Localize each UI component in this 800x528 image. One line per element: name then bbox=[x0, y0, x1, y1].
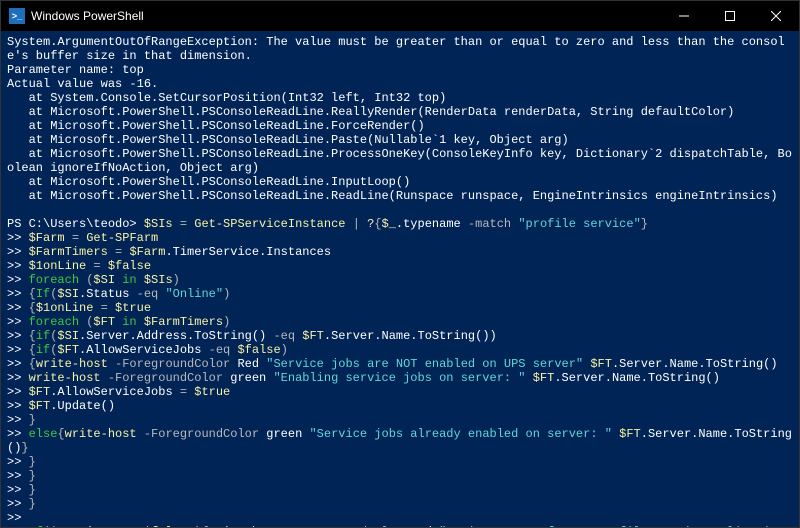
input-line: >> write-host -ForegroundColor green "En… bbox=[7, 371, 793, 385]
error-line: at System.Console.SetCursorPosition(Int3… bbox=[7, 91, 793, 105]
input-line: >> } bbox=[7, 483, 793, 497]
input-line: >> bbox=[7, 511, 793, 525]
window-title: Windows PowerShell bbox=[31, 9, 144, 23]
powershell-window: >_ Windows PowerShell System.ArgumentOut… bbox=[0, 0, 800, 528]
input-line: >> $1onLine = $false bbox=[7, 259, 793, 273]
input-line: >> If($1onLine -eq $false ){write-host -… bbox=[7, 525, 793, 527]
error-line: Parameter name: top bbox=[7, 63, 793, 77]
error-line: System.ArgumentOutOfRangeException: The … bbox=[7, 35, 793, 63]
input-line: >> {$1onLine = $true bbox=[7, 301, 793, 315]
input-line: >> foreach ($FT in $FarmTimers) bbox=[7, 315, 793, 329]
error-line: Actual value was -16. bbox=[7, 77, 793, 91]
terminal-output[interactable]: System.ArgumentOutOfRangeException: The … bbox=[1, 31, 799, 527]
input-line: >> else{write-host -ForegroundColor gree… bbox=[7, 427, 793, 455]
input-line: >> } bbox=[7, 497, 793, 511]
input-line: >> foreach ($SI in $SIs) bbox=[7, 273, 793, 287]
input-line: >> } bbox=[7, 455, 793, 469]
error-line: at Microsoft.PowerShell.PSConsoleReadLin… bbox=[7, 189, 793, 203]
input-line: >> {if($FT.AllowServiceJobs -eq $false) bbox=[7, 343, 793, 357]
input-line: >> } bbox=[7, 469, 793, 483]
error-line: at Microsoft.PowerShell.PSConsoleReadLin… bbox=[7, 133, 793, 147]
titlebar[interactable]: >_ Windows PowerShell bbox=[1, 1, 799, 31]
input-line: >> {if($SI.Server.Address.ToString() -eq… bbox=[7, 329, 793, 343]
error-line: at Microsoft.PowerShell.PSConsoleReadLin… bbox=[7, 175, 793, 189]
blank-line bbox=[7, 203, 793, 217]
input-line: >> $FT.AllowServiceJobs = $true bbox=[7, 385, 793, 399]
close-button[interactable] bbox=[753, 1, 799, 31]
minimize-button[interactable] bbox=[661, 1, 707, 31]
input-line: >> {If($SI.Status -eq "Online") bbox=[7, 287, 793, 301]
error-line: at Microsoft.PowerShell.PSConsoleReadLin… bbox=[7, 119, 793, 133]
input-line: PS C:\Users\teodo> $SIs = Get-SPServiceI… bbox=[7, 217, 793, 231]
input-line: >> } bbox=[7, 413, 793, 427]
error-line: at Microsoft.PowerShell.PSConsoleReadLin… bbox=[7, 105, 793, 119]
input-line: >> $FarmTimers = $Farm.TimerService.Inst… bbox=[7, 245, 793, 259]
maximize-button[interactable] bbox=[707, 1, 753, 31]
input-line: >> $FT.Update() bbox=[7, 399, 793, 413]
input-line: >> {write-host -ForegroundColor Red "Ser… bbox=[7, 357, 793, 371]
powershell-icon: >_ bbox=[9, 8, 25, 24]
error-line: at Microsoft.PowerShell.PSConsoleReadLin… bbox=[7, 147, 793, 175]
input-line: >> $Farm = Get-SPFarm bbox=[7, 231, 793, 245]
